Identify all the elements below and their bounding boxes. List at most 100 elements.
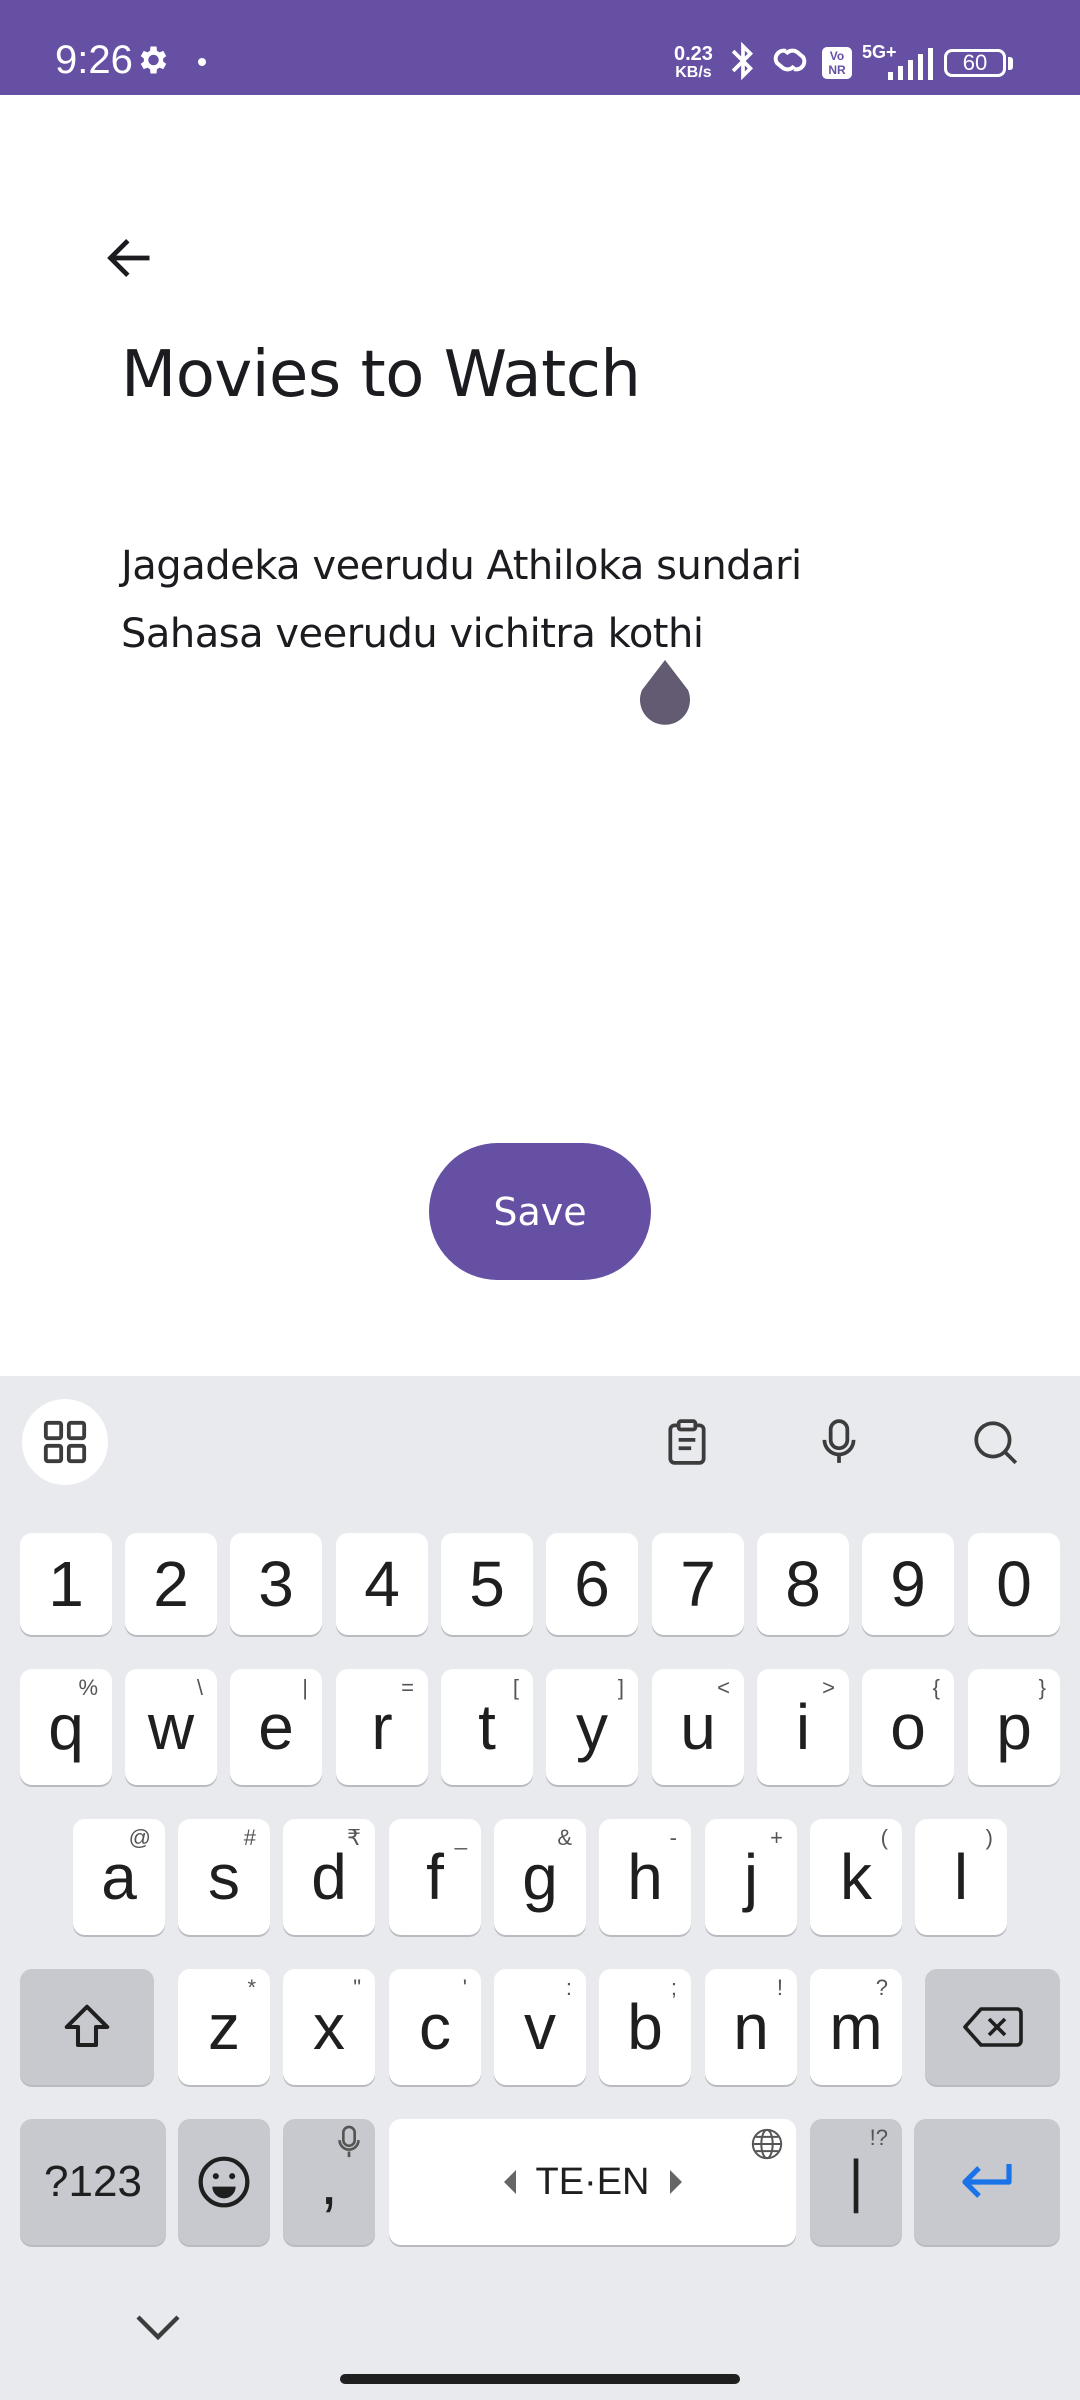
network-speed: 0.23 KB/s	[674, 44, 713, 82]
battery-level: 60	[962, 50, 988, 75]
comma-key[interactable]: ,	[283, 2119, 375, 2245]
key-w[interactable]: \ w	[125, 1669, 217, 1785]
key-label: p	[996, 1691, 1032, 1763]
key-6[interactable]: 6	[546, 1533, 638, 1635]
key-hint: >	[822, 1675, 835, 1700]
key-hint: %	[78, 1675, 98, 1700]
key-y[interactable]: ] y	[546, 1669, 638, 1785]
period-key[interactable]: !? |	[810, 2119, 902, 2245]
key-i[interactable]: > i	[757, 1669, 849, 1785]
note-body-editor[interactable]: Jagadeka veerudu Athiloka sundari Sahasa…	[121, 532, 981, 668]
key-0[interactable]: 0	[968, 1533, 1060, 1635]
key-r[interactable]: = r	[336, 1669, 428, 1785]
key-q[interactable]: % q	[20, 1669, 112, 1785]
key-label: l	[953, 1841, 969, 1913]
key-hint: !?	[869, 2125, 888, 2150]
note-line: Sahasa veerudu vichitra kothi	[121, 611, 704, 657]
globe-icon	[751, 2128, 783, 2160]
key-t[interactable]: [t	[441, 1669, 533, 1785]
key-l[interactable]: ) l	[915, 1819, 1007, 1935]
key-d[interactable]: ₹ d	[283, 1819, 375, 1935]
keyboard-search-button[interactable]	[952, 1399, 1038, 1485]
key-9[interactable]: 9	[862, 1533, 954, 1635]
space-language-label: TE·EN	[503, 2161, 682, 2204]
key-label: s	[208, 1841, 240, 1913]
key-hint: :	[565, 1975, 572, 2000]
settings-gear-icon	[140, 46, 167, 74]
key-b[interactable]: ; b	[599, 1969, 691, 2085]
key-o[interactable]: {o	[862, 1669, 954, 1785]
keyboard: 1 2 3 4 5 6 7 8 9 0 % q \ w | e = r [t ] y < u…	[0, 1376, 1080, 2400]
key-label: 4	[364, 1548, 400, 1620]
back-arrow-icon	[107, 238, 150, 278]
language-next-icon	[669, 2170, 682, 2194]
volte-bottom: NR	[828, 63, 846, 77]
key-label: q	[48, 1691, 84, 1763]
key-hint: ;	[670, 1975, 677, 2000]
key-label: 1	[48, 1548, 84, 1620]
home-indicator[interactable]	[340, 2374, 740, 2384]
key-k[interactable]: (k	[810, 1819, 902, 1935]
key-u[interactable]: < u	[652, 1669, 744, 1785]
key-label: v	[524, 1991, 556, 2063]
key-n[interactable]: ! n	[705, 1969, 797, 2085]
key-7[interactable]: 7	[652, 1533, 744, 1635]
enter-icon	[962, 2164, 1012, 2198]
key-2[interactable]: 2	[125, 1533, 217, 1635]
key-3[interactable]: 3	[230, 1533, 322, 1635]
link-icon	[773, 48, 807, 72]
key-label: 7	[680, 1548, 716, 1620]
key-s[interactable]: # s	[178, 1819, 270, 1935]
key-hint: {	[932, 1675, 940, 1700]
key-c[interactable]: ' c	[389, 1969, 481, 2085]
key-hint: &	[557, 1825, 572, 1850]
backspace-key[interactable]	[925, 1969, 1060, 2085]
shift-key[interactable]	[20, 1969, 154, 2085]
key-j[interactable]: + j	[705, 1819, 797, 1935]
note-title[interactable]: Movies to Watch	[121, 338, 641, 412]
back-button[interactable]	[96, 224, 164, 292]
key-label: f	[426, 1841, 444, 1913]
key-x[interactable]: " x	[283, 1969, 375, 2085]
key-a[interactable]: @ a	[73, 1819, 165, 1935]
key-label: d	[311, 1841, 347, 1913]
save-button[interactable]: Save	[429, 1143, 651, 1280]
key-z[interactable]: * z	[178, 1969, 270, 2085]
key-4[interactable]: 4	[336, 1533, 428, 1635]
key-label: k	[840, 1841, 872, 1913]
collapse-keyboard-button[interactable]	[128, 2302, 188, 2352]
key-hint: <	[717, 1675, 730, 1700]
key-label: a	[101, 1841, 137, 1913]
key-label: |	[848, 2149, 864, 2214]
key-8[interactable]: 8	[757, 1533, 849, 1635]
key-v[interactable]: :v	[494, 1969, 586, 2085]
key-label: ?123	[44, 2157, 142, 2206]
emoji-key[interactable]	[178, 2119, 270, 2245]
key-label: e	[258, 1691, 294, 1763]
space-key[interactable]: TE·EN	[389, 2119, 796, 2245]
volte-top: Vo	[829, 49, 845, 63]
keyboard-apps-button[interactable]	[22, 1399, 108, 1485]
key-1[interactable]: 1	[20, 1533, 112, 1635]
key-e[interactable]: | e	[230, 1669, 322, 1785]
key-hint: ]	[617, 1675, 624, 1700]
chevron-down-icon	[136, 2315, 180, 2341]
text-cursor-handle[interactable]	[636, 660, 694, 728]
key-5[interactable]: 5	[441, 1533, 533, 1635]
key-label: ,	[320, 2146, 338, 2218]
key-g[interactable]: & g	[494, 1819, 586, 1935]
key-m[interactable]: ? m	[810, 1969, 902, 2085]
key-p[interactable]: } p	[968, 1669, 1060, 1785]
key-hint: *	[247, 1975, 256, 2000]
enter-key[interactable]	[914, 2119, 1060, 2245]
network-speed-unit: KB/s	[675, 64, 712, 81]
backspace-icon	[962, 2007, 1023, 2047]
voice-input-button[interactable]	[796, 1399, 882, 1485]
key-f[interactable]: _ f	[389, 1819, 481, 1935]
symbols-key[interactable]: ?123	[20, 2119, 166, 2245]
key-h[interactable]: -h	[599, 1819, 691, 1935]
key-hint: +	[770, 1825, 783, 1850]
language-prev-icon	[503, 2170, 516, 2194]
clipboard-button[interactable]	[644, 1399, 730, 1485]
key-hint: ?	[875, 1975, 888, 2000]
